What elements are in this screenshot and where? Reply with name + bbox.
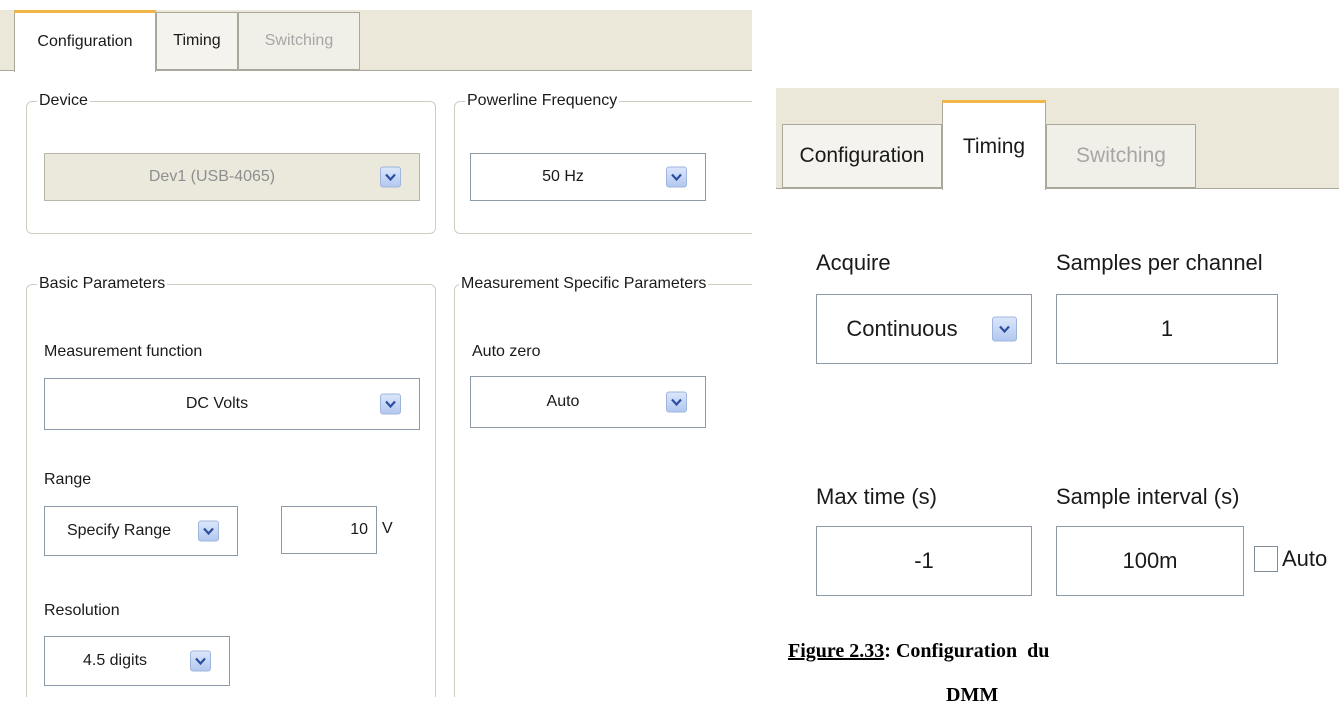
max-time-value: -1 <box>914 548 934 573</box>
range-value: 10 <box>350 521 368 538</box>
auto-checkbox[interactable] <box>1254 546 1278 572</box>
tab-timing[interactable]: Timing <box>156 12 238 70</box>
max-time-label: Max time (s) <box>816 484 937 509</box>
chevron-down-icon <box>380 393 401 415</box>
tab-configuration[interactable]: Configuration <box>14 10 156 72</box>
figure-caption-line2: DMM <box>946 684 998 707</box>
measurement-function-dropdown[interactable]: DC Volts <box>44 378 420 430</box>
figure-caption-line2-text: DMM <box>946 684 999 706</box>
powerline-legend: Powerline Frequency <box>467 92 618 109</box>
samples-per-channel-value: 1 <box>1160 316 1174 341</box>
sample-interval-label: Sample interval (s) <box>1056 484 1240 509</box>
resolution-label: Resolution <box>44 602 120 619</box>
range-value-field[interactable]: 10 <box>281 506 377 554</box>
configuration-panel: Configuration Timing Switching Device De… <box>0 0 752 697</box>
measurement-function-value: DC Volts <box>185 395 249 412</box>
figure-caption-text: : Configuration du <box>884 640 1050 662</box>
chevron-down-icon <box>666 391 687 413</box>
tab-configuration[interactable]: Configuration <box>782 124 942 188</box>
chevron-down-icon <box>666 166 687 188</box>
chevron-down-icon <box>380 166 401 188</box>
tab-switching-label: Switching <box>264 32 334 49</box>
tab-divider <box>776 188 1339 189</box>
samples-per-channel-label: Samples per channel <box>1056 250 1263 275</box>
tab-switching-label: Switching <box>1076 144 1166 167</box>
acquire-label: Acquire <box>816 250 891 275</box>
sample-interval-field[interactable]: 100m <box>1056 526 1244 596</box>
measurement-specific-legend: Measurement Specific Parameters <box>461 275 707 292</box>
range-label: Range <box>44 471 92 488</box>
device-dropdown[interactable]: Dev1 (USB-4065) <box>44 153 420 201</box>
tab-configuration-label: Configuration <box>37 32 133 50</box>
measurement-function-label: Measurement function <box>44 343 203 360</box>
measurement-specific-group: Measurement Specific Parameters <box>454 275 752 697</box>
max-time-field[interactable]: -1 <box>816 526 1032 596</box>
sample-interval-value: 100m <box>1122 548 1178 573</box>
acquire-dropdown[interactable]: Continuous <box>816 294 1032 364</box>
tab-configuration-label: Configuration <box>799 144 925 167</box>
tab-switching: Switching <box>1046 124 1196 188</box>
figure-caption: Figure 2.33: Configuration du <box>788 640 1049 663</box>
tab-switching: Switching <box>238 12 360 70</box>
resolution-dropdown[interactable]: 4.5 digits <box>44 636 230 686</box>
basic-parameters-legend: Basic Parameters <box>39 275 166 292</box>
samples-per-channel-field[interactable]: 1 <box>1056 294 1278 364</box>
chevron-down-icon <box>198 520 219 542</box>
device-value: Dev1 (USB-4065) <box>148 168 276 185</box>
figure-ref: Figure 2.33 <box>788 640 885 662</box>
timing-panel: Configuration Timing Switching Acquire C… <box>776 88 1339 628</box>
tab-timing-label: Timing <box>962 135 1026 158</box>
range-unit-label: V <box>382 520 393 537</box>
powerline-dropdown[interactable]: 50 Hz <box>470 153 706 201</box>
tab-timing[interactable]: Timing <box>942 100 1046 190</box>
tab-timing-label: Timing <box>173 32 221 49</box>
auto-zero-label: Auto zero <box>472 343 541 360</box>
chevron-down-icon <box>190 650 211 672</box>
device-legend: Device <box>39 92 88 109</box>
range-mode-dropdown[interactable]: Specify Range <box>44 506 238 556</box>
auto-checkbox-label: Auto <box>1282 546 1328 571</box>
chevron-down-icon <box>992 316 1017 342</box>
auto-zero-dropdown[interactable]: Auto <box>470 376 706 428</box>
